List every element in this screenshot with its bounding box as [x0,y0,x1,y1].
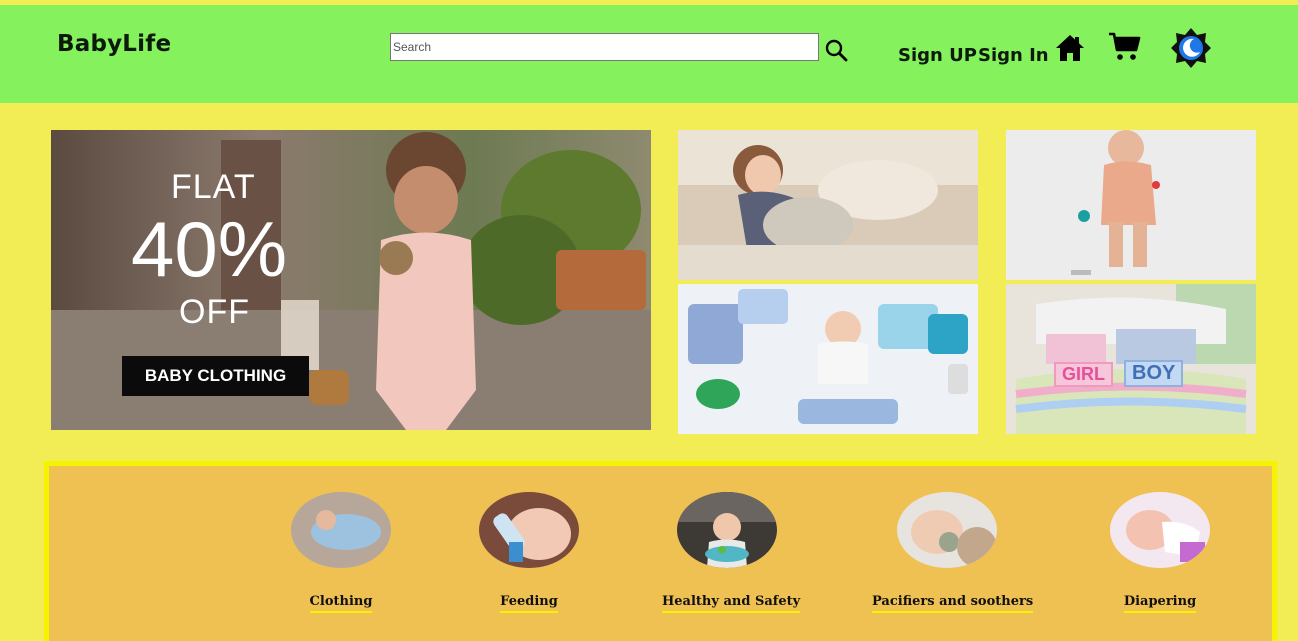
hero-text-off: OFF [179,293,250,331]
category-feeding[interactable]: Feeding [474,492,584,613]
cart-icon [1109,32,1141,60]
home-icon [1056,35,1084,61]
gallery-photo [678,284,978,434]
search-icon [825,39,848,62]
hero-banner[interactable]: FLAT 40% OFF BABY CLOTHING [51,130,651,430]
category-label: Pacifiers and soothers [872,594,1034,613]
sign-in-link[interactable]: Sign In [978,45,1049,66]
search-input[interactable] [390,33,819,61]
category-panel: Clothing Feeding Healthy and Safety Paci… [44,461,1277,641]
gift-boy-label: BOY [1124,360,1184,387]
gallery-tile-girl-toys[interactable] [678,130,978,280]
hero-cta-button[interactable]: BABY CLOTHING [122,356,309,396]
hero-text-flat: FLAT [171,168,256,206]
theme-toggle-button[interactable] [1170,27,1212,73]
category-image [1110,492,1210,568]
gallery-tile-toddler[interactable] [1006,130,1256,280]
gift-girl-label: GIRL [1054,362,1113,387]
category-diapering[interactable]: Diapering [1105,492,1215,613]
category-clothing[interactable]: Clothing [286,492,396,613]
brand-logo[interactable]: BabyLife [57,31,171,57]
category-pacifiers-soothers[interactable]: Pacifiers and soothers [872,492,1034,613]
moon-badge-icon [1171,28,1211,68]
category-label: Diapering [1123,594,1197,613]
gallery-photo [678,130,978,280]
hero-text-percent: 40% [131,205,288,293]
category-label: Clothing [309,594,373,613]
home-button[interactable] [1054,32,1086,68]
gallery-tile-gift-basket[interactable]: GIRL BOY [1006,284,1256,434]
search-button[interactable] [824,38,850,64]
category-image [897,492,997,568]
category-image [479,492,579,568]
category-image [291,492,391,568]
category-image [677,492,777,568]
category-label: Healthy and Safety [662,594,801,613]
category-label: Feeding [500,594,558,613]
sign-up-link[interactable]: Sign UP [898,45,977,66]
gallery-tile-baby-clothes[interactable] [678,284,978,434]
gallery-photo [1006,130,1256,280]
gallery-photo [1006,284,1256,434]
cart-button[interactable] [1108,31,1142,67]
site-header: BabyLife Sign UP Sign In [0,5,1298,103]
category-healthy-safety[interactable]: Healthy and Safety [662,492,801,613]
